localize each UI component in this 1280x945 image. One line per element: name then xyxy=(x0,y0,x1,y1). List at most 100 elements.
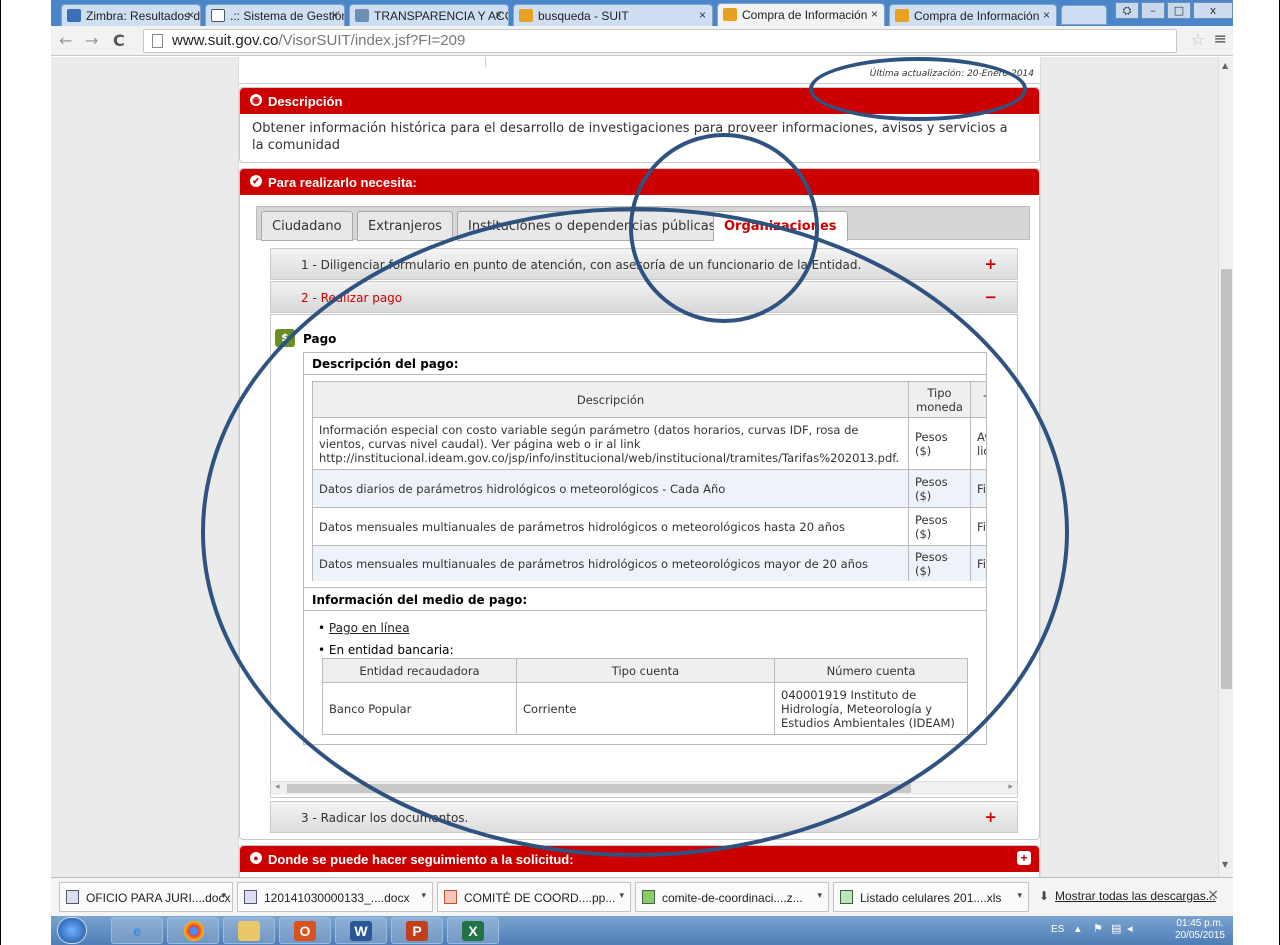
tab-close-icon[interactable]: × xyxy=(331,8,338,22)
language-indicator[interactable]: ES xyxy=(1051,924,1064,935)
step-1-header[interactable]: 1 - Diligenciar formulario en punto de a… xyxy=(270,248,1018,280)
suit-favicon-icon xyxy=(895,9,909,22)
chevron-down-icon[interactable]: ▾ xyxy=(221,890,226,901)
taskbar-excel[interactable]: X xyxy=(447,917,499,944)
download-item[interactable]: Listado celulares 201....xls ▾ xyxy=(833,882,1029,912)
tab-close-icon[interactable]: × xyxy=(187,8,194,22)
tab-ciudadano[interactable]: Ciudadano xyxy=(261,211,353,241)
collapse-icon[interactable]: − xyxy=(984,288,997,306)
scroll-down-icon[interactable]: ▼ xyxy=(1222,860,1228,869)
flag-icon[interactable]: ⚑ xyxy=(1093,922,1103,935)
excel-file-icon xyxy=(840,890,853,904)
bookmark-star-icon[interactable]: ☆ xyxy=(1191,30,1205,49)
user-icon[interactable]: ⛭ xyxy=(1115,2,1139,19)
download-item[interactable]: OFICIO PARA JURI....docx ▾ xyxy=(59,882,233,912)
new-tab-button[interactable] xyxy=(1061,5,1107,25)
network-icon[interactable]: ▤ xyxy=(1111,922,1121,935)
pago-cell-tipo: Fijo xyxy=(970,469,986,508)
scroll-right-icon[interactable]: ▸ xyxy=(1008,782,1013,792)
download-item[interactable]: comite-de-coordinaci....z... ▾ xyxy=(635,882,829,912)
taskbar-explorer[interactable] xyxy=(223,917,275,944)
browser-tab-compra-informacion[interactable]: Compra de Información × xyxy=(889,4,1057,26)
pago-cell-tipo: Fijo xyxy=(970,545,986,581)
medio-pago-label: Información del medio de pago: xyxy=(304,587,986,611)
seguimiento-header[interactable]: ● Donde se puede hacer seguimiento a la s… xyxy=(240,846,1039,872)
taskbar-outlook[interactable]: O xyxy=(279,917,331,944)
browser-tab-transparencia[interactable]: TRANSPARENCIA Y ACC × xyxy=(349,4,509,26)
reload-button[interactable]: C xyxy=(113,31,125,50)
tab-close-icon[interactable]: × xyxy=(699,8,706,22)
download-item[interactable]: COMITÉ DE COORD....pp... ▾ xyxy=(437,882,631,912)
tab-close-icon[interactable]: × xyxy=(495,8,502,22)
tab-bar: Ciudadano Extranjeros Instituciones o de… xyxy=(256,206,1030,241)
chrome-icon xyxy=(184,921,204,941)
download-item[interactable]: 120141030000133_....docx ▾ xyxy=(237,882,433,912)
descripcion-text: Obtener información histórica para el de… xyxy=(252,121,1008,153)
suit-favicon-icon xyxy=(723,8,737,21)
step-2-header[interactable]: 2 - Realizar pago − xyxy=(270,281,1018,313)
download-label: 120141030000133_....docx xyxy=(264,891,410,905)
browser-tab-zimbra[interactable]: Zimbra: Resultados de l:× xyxy=(61,4,201,26)
horizontal-scrollbar[interactable]: ◂ ▸ xyxy=(271,781,1017,795)
taskbar-ie[interactable]: e xyxy=(111,917,163,944)
chevron-down-icon[interactable]: ▾ xyxy=(619,890,624,901)
pago-en-linea-link[interactable]: Pago en línea xyxy=(329,621,410,635)
forward-button[interactable]: → xyxy=(85,31,98,50)
clock-time: 01:45 p.m. xyxy=(1176,918,1224,929)
window-controls: ⛭ – □ x xyxy=(1113,2,1233,20)
expand-plus-icon[interactable]: + xyxy=(1017,851,1031,865)
windows-taskbar: e O W P X ES ▴ ⚑ ▤ ◂ 01:45 p.m. 20/05/20… xyxy=(51,916,1233,945)
descripcion-header: ◉ Descripción xyxy=(240,88,1039,114)
pago-cell-desc: Datos mensuales multianuales de parámetr… xyxy=(312,545,909,581)
start-button[interactable] xyxy=(57,917,87,944)
tab-close-icon[interactable]: × xyxy=(1043,8,1050,22)
back-button[interactable]: ← xyxy=(59,31,72,50)
descripcion-section: ◉ Descripción Obtener información históri… xyxy=(239,87,1040,163)
minimize-button[interactable]: – xyxy=(1141,2,1165,19)
menu-icon[interactable]: ≡ xyxy=(1214,29,1227,48)
chevron-down-icon[interactable]: ▾ xyxy=(1017,890,1022,901)
transparencia-favicon-icon xyxy=(355,9,369,22)
tab-label: Zimbra: Resultados de l: xyxy=(86,9,201,23)
bank-cell-numero: 040001919 Instituto de Hidrología, Meteo… xyxy=(774,682,968,735)
scrollbar-thumb[interactable] xyxy=(287,784,911,793)
vertical-scrollbar-thumb[interactable] xyxy=(1221,269,1232,689)
excel-icon: X xyxy=(462,921,484,941)
browser-tab-compra-informacion-active[interactable]: Compra de Información × xyxy=(717,3,885,27)
pago-cell-moneda: Pesos ($) xyxy=(908,469,971,508)
taskbar-word[interactable]: W xyxy=(335,917,387,944)
requisitos-title: Para realizarlo necesita: xyxy=(268,175,417,190)
col-descripcion: Descripción xyxy=(312,381,909,418)
address-bar[interactable]: www.suit.gov.co/VisorSUIT/index.jsf?FI=2… xyxy=(143,29,1177,53)
step-3-header[interactable]: 3 - Radicar los documentos. + xyxy=(270,801,1018,833)
close-downloads-button[interactable]: × xyxy=(1207,887,1219,903)
tab-organizaciones[interactable]: Organizaciones xyxy=(713,211,848,241)
taskbar-powerpoint[interactable]: P xyxy=(391,917,443,944)
chevron-down-icon[interactable]: ▾ xyxy=(817,890,822,901)
suit-favicon-icon xyxy=(519,9,533,22)
close-window-button[interactable]: x xyxy=(1193,2,1233,19)
tab-close-icon[interactable]: × xyxy=(871,7,878,21)
chevron-down-icon[interactable]: ▾ xyxy=(421,890,426,901)
zimbra-favicon-icon xyxy=(67,9,81,22)
outlook-icon: O xyxy=(294,921,316,941)
pago-table: Descripción Tipo moneda Tipo v Informaci… xyxy=(312,381,986,581)
scroll-up-icon[interactable]: ▲ xyxy=(1222,61,1228,70)
col-numero-cuenta: Número cuenta xyxy=(774,658,968,683)
browser-tab-busqueda-suit[interactable]: busqueda - SUIT × xyxy=(513,4,713,26)
show-all-downloads-link[interactable]: Mostrar todas las descargas... xyxy=(1055,889,1216,903)
scroll-left-icon[interactable]: ◂ xyxy=(275,782,280,792)
tab-instituciones[interactable]: Instituciones o dependencias públicas xyxy=(457,211,727,241)
tray-expand-icon[interactable]: ▴ xyxy=(1075,922,1081,935)
tab-extranjeros[interactable]: Extranjeros xyxy=(357,211,453,241)
volume-icon[interactable]: ◂ xyxy=(1127,922,1133,935)
clock[interactable]: 01:45 p.m. 20/05/2015 xyxy=(1175,918,1225,942)
expand-icon[interactable]: + xyxy=(984,808,997,826)
expand-icon[interactable]: + xyxy=(984,255,997,273)
download-arrow-icon: ⬇ xyxy=(1039,889,1050,903)
taskbar-chrome[interactable] xyxy=(167,917,219,944)
browser-tab-sistema-gestion[interactable]: .:: Sistema de Gestión D:× xyxy=(205,4,345,26)
maximize-button[interactable]: □ xyxy=(1167,2,1191,19)
vertical-scrollbar[interactable]: ▲ ▼ xyxy=(1218,57,1233,877)
powerpoint-file-icon xyxy=(444,890,457,904)
